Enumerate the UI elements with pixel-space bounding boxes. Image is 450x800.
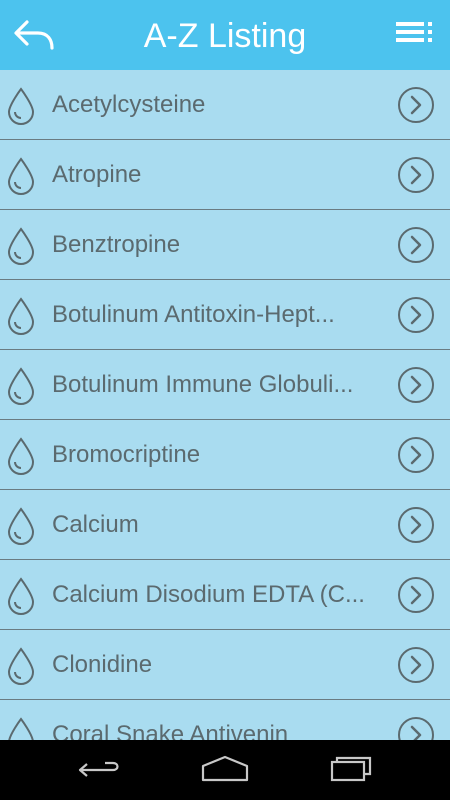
droplet-icon <box>7 227 35 265</box>
nav-back-button[interactable] <box>75 754 125 786</box>
nav-home-button[interactable] <box>200 754 250 786</box>
page-title: A-Z Listing <box>143 17 307 55</box>
chevron-right-icon[interactable] <box>397 436 435 474</box>
droplet-icon <box>7 157 35 195</box>
droplet-icon <box>7 647 35 685</box>
list-item[interactable]: Coral Snake Antivenin <box>0 700 450 740</box>
chevron-right-icon[interactable] <box>397 506 435 544</box>
item-label: Clonidine <box>52 651 153 678</box>
item-label: Bromocriptine <box>52 441 201 468</box>
droplet-icon <box>8 717 34 740</box>
chevron-right-icon[interactable] <box>397 716 435 740</box>
drug-list: Acetylcysteine Atropine Benztropine Botu… <box>0 70 450 740</box>
list-item[interactable]: Clonidine <box>0 630 450 700</box>
list-item[interactable]: Benztropine <box>0 210 450 280</box>
menu-button[interactable] <box>396 20 436 52</box>
item-label: Botulinum Antitoxin-Hept... <box>52 301 335 328</box>
system-nav-bar <box>0 740 450 800</box>
list-item[interactable]: Calcium Disodium EDTA (C... <box>0 560 450 630</box>
item-label: Botulinum Immune Globuli... <box>52 371 354 398</box>
item-label: Acetylcysteine <box>52 91 206 118</box>
item-label: Benztropine <box>52 231 181 258</box>
nav-home-icon <box>201 755 249 782</box>
nav-recents-button[interactable] <box>328 754 378 786</box>
droplet-icon <box>7 87 35 125</box>
droplet-icon <box>7 577 35 615</box>
chevron-right-icon[interactable] <box>397 646 435 684</box>
item-label: Coral Snake Antivenin <box>52 721 289 740</box>
list-item[interactable]: Botulinum Immune Globuli... <box>0 350 450 420</box>
droplet-icon <box>7 437 35 475</box>
chevron-right-icon[interactable] <box>397 366 435 404</box>
item-label: Calcium Disodium EDTA (C... <box>52 581 365 608</box>
chevron-right-icon[interactable] <box>397 576 435 614</box>
chevron-right-icon[interactable] <box>397 226 435 264</box>
droplet-icon <box>7 297 35 335</box>
item-label: Calcium <box>52 511 139 538</box>
droplet-icon <box>7 507 35 545</box>
nav-recents-icon <box>330 756 372 782</box>
list-item[interactable]: Acetylcysteine <box>0 70 450 140</box>
nav-back-icon <box>78 761 119 777</box>
menu-icon <box>396 22 432 42</box>
list-item[interactable]: Bromocriptine <box>0 420 450 490</box>
header-bar: A-Z Listing <box>0 0 450 70</box>
chevron-right-icon[interactable] <box>397 86 435 124</box>
app-screen: A-Z Listing Acetylcysteine Atropine Benz… <box>0 0 450 800</box>
list-item[interactable]: Atropine <box>0 140 450 210</box>
chevron-right-icon[interactable] <box>397 296 435 334</box>
chevron-right-icon[interactable] <box>397 156 435 194</box>
droplet-icon <box>7 367 35 405</box>
item-label: Atropine <box>52 161 142 188</box>
list-item[interactable]: Botulinum Antitoxin-Hept... <box>0 280 450 350</box>
list-item[interactable]: Calcium <box>0 490 450 560</box>
